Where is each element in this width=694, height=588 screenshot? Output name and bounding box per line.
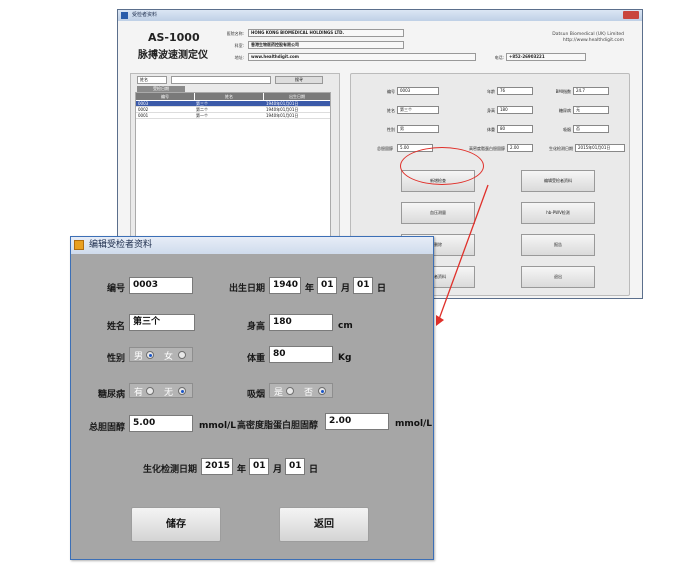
height-input[interactable]: 180 bbox=[269, 314, 333, 331]
diabetes-yes-radio[interactable] bbox=[146, 387, 154, 395]
dob-day-input[interactable]: 01 bbox=[353, 277, 373, 294]
height-unit: cm bbox=[338, 321, 353, 331]
bio-month-input[interactable]: 01 bbox=[249, 458, 269, 475]
dob-month-input[interactable]: 01 bbox=[317, 277, 337, 294]
sex-female-radio[interactable] bbox=[178, 351, 186, 359]
sex-radio-group: 男 女 bbox=[129, 347, 193, 362]
height-label: 身高 bbox=[246, 322, 265, 332]
diabetes-label: 糖尿病 bbox=[97, 390, 125, 400]
diabetes-no-radio[interactable] bbox=[178, 387, 186, 395]
tc-input[interactable]: 5.00 bbox=[129, 415, 193, 432]
dob-label: 出生日期 bbox=[228, 284, 265, 294]
dialog-title: 编辑受检者资料 bbox=[89, 240, 153, 250]
name-input[interactable]: 第三个 bbox=[129, 314, 195, 331]
hdl-label: 高密度脂蛋白胆固醇 bbox=[237, 421, 319, 431]
smoke-radio-group: 是 否 bbox=[269, 383, 333, 398]
smoke-yes-radio[interactable] bbox=[286, 387, 294, 395]
day-unit: 日 bbox=[377, 284, 387, 294]
diabetes-radio-group: 有 无 bbox=[129, 383, 193, 398]
bio-day-unit: 日 bbox=[309, 465, 319, 475]
smoke-yes-label: 是 bbox=[274, 388, 284, 398]
hdl-unit: mmol/L bbox=[395, 419, 433, 429]
smoke-label: 吸烟 bbox=[246, 390, 265, 400]
year-unit: 年 bbox=[305, 284, 315, 294]
id-label: 编号 bbox=[106, 284, 125, 294]
sex-female-label: 女 bbox=[164, 352, 174, 362]
tc-label: 总胆固醇 bbox=[88, 423, 125, 433]
hdl-input[interactable]: 2.00 bbox=[325, 413, 389, 430]
save-button[interactable]: 储存 bbox=[131, 507, 221, 542]
sex-male-radio[interactable] bbox=[146, 351, 154, 359]
app-icon bbox=[74, 240, 84, 250]
id-input[interactable]: 0003 bbox=[129, 277, 193, 294]
bio-month-unit: 月 bbox=[273, 465, 283, 475]
month-unit: 月 bbox=[341, 284, 351, 294]
sex-label: 性别 bbox=[106, 354, 125, 364]
diabetes-yes-label: 有 bbox=[134, 388, 144, 398]
bio-day-input[interactable]: 01 bbox=[285, 458, 305, 475]
dialog-title-bar: 编辑受检者资料 bbox=[71, 237, 433, 254]
diabetes-no-label: 无 bbox=[164, 388, 174, 398]
bio-date-label: 生化检测日期 bbox=[142, 465, 197, 475]
back-button[interactable]: 返回 bbox=[279, 507, 369, 542]
tc-unit: mmol/L bbox=[199, 421, 237, 431]
weight-unit: Kg bbox=[338, 353, 352, 363]
name-label: 姓名 bbox=[106, 322, 125, 332]
bio-year-unit: 年 bbox=[237, 465, 247, 475]
smoke-no-radio[interactable] bbox=[318, 387, 326, 395]
smoke-no-label: 否 bbox=[304, 388, 314, 398]
edit-patient-dialog: 编辑受检者资料 编号 0003 出生日期 1940 年 01 月 01 日 姓名… bbox=[70, 236, 434, 560]
bio-year-input[interactable]: 2015 bbox=[201, 458, 233, 475]
weight-input[interactable]: 80 bbox=[269, 346, 333, 363]
sex-male-label: 男 bbox=[134, 352, 144, 362]
dob-year-input[interactable]: 1940 bbox=[269, 277, 301, 294]
weight-label: 体重 bbox=[246, 354, 265, 364]
